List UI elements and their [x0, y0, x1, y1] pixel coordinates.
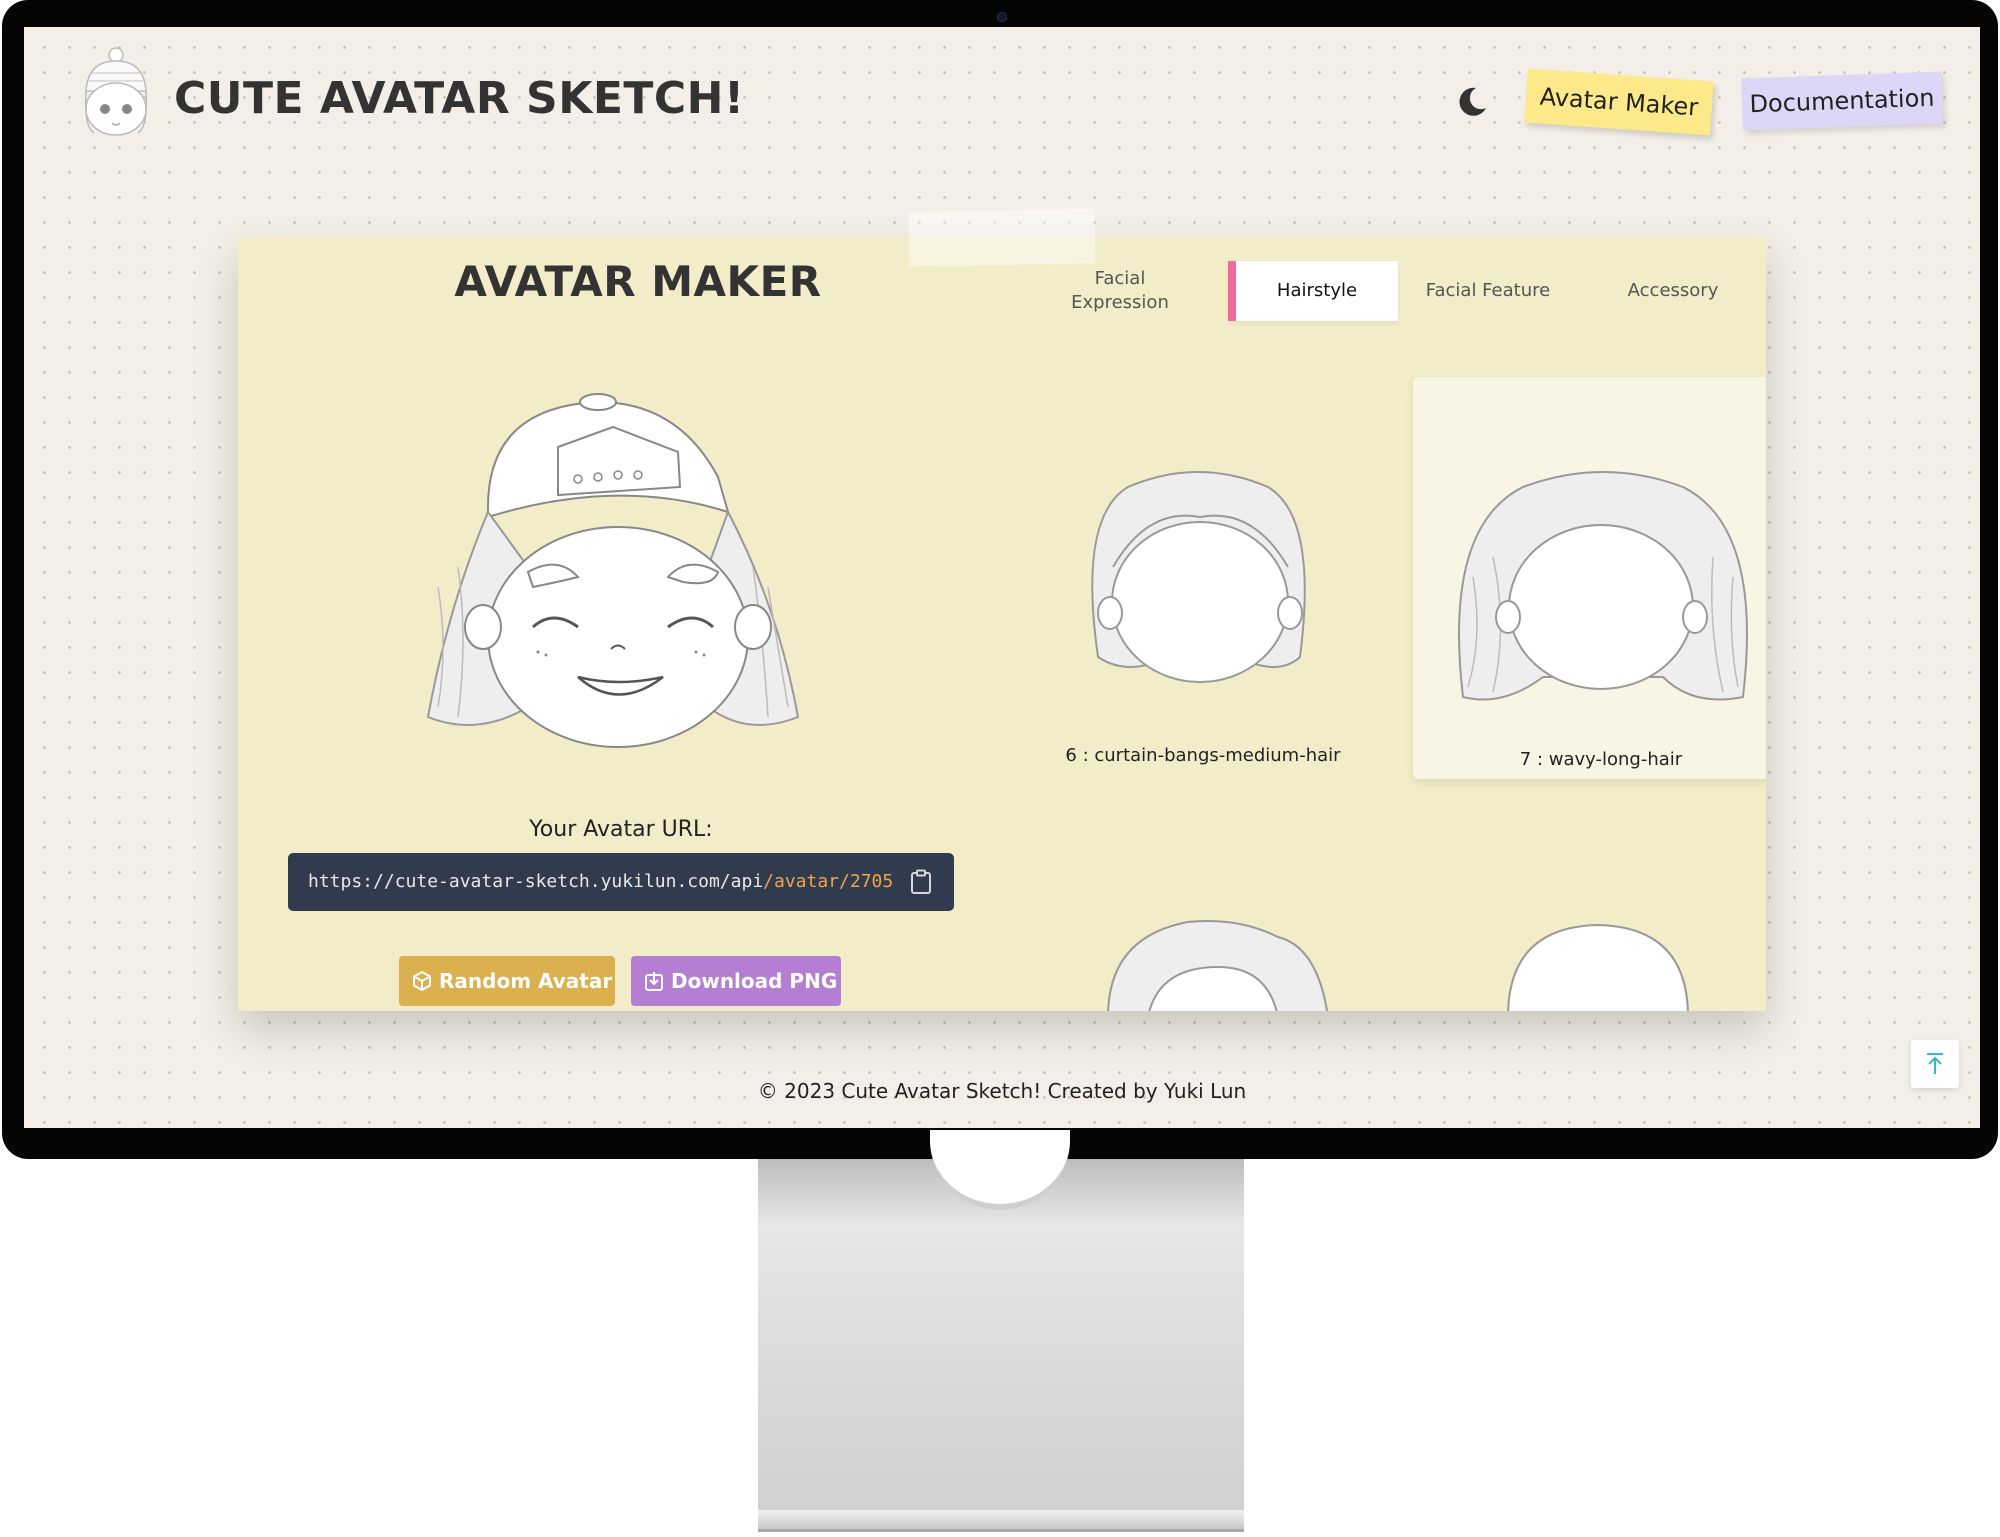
- avatar-url-label: Your Avatar URL:: [529, 817, 713, 842]
- hairstyle-option[interactable]: 6 : curtain-bangs-medium-hair: [1038, 377, 1368, 777]
- monitor-stand-foot: [758, 1510, 1244, 1532]
- random-avatar-button[interactable]: Random Avatar: [399, 956, 615, 1006]
- download-png-label: Download PNG: [671, 969, 838, 993]
- avatar-maker-card: AVATAR MAKER Your Avatar URL: https://cu…: [238, 237, 1766, 1011]
- hairstyle-label: 7 : wavy-long-hair: [1519, 749, 1683, 770]
- tab-facial-expression[interactable]: Facial Expression: [1050, 261, 1190, 321]
- hairstyle-ponytail-image[interactable]: [1088, 897, 1348, 1011]
- hairstyle-bald-image[interactable]: [1488, 897, 1708, 1011]
- random-avatar-label: Random Avatar: [439, 969, 613, 993]
- camera-dot: [997, 12, 1007, 22]
- card-title: AVATAR MAKER: [454, 257, 822, 306]
- avatar-preview-image: [426, 393, 800, 748]
- avatar-url-base: https://cute-avatar-sketch.yukilun.com/a…: [308, 871, 764, 892]
- hairstyle-option-selected[interactable]: 7 : wavy-long-hair: [1413, 377, 1766, 779]
- avatar-url-path: /avatar/2705: [763, 871, 894, 892]
- tab-accessory[interactable]: Accessory: [1608, 261, 1738, 321]
- site-title[interactable]: CUTE AVATAR SKETCH!: [174, 73, 745, 124]
- moon-icon[interactable]: [1454, 84, 1490, 120]
- footer-copyright: © 2023 Cute Avatar Sketch! Created by Yu…: [757, 1079, 1247, 1103]
- decorative-tape: [908, 208, 1096, 267]
- arrow-up-icon: [1927, 1053, 1943, 1074]
- hairstyle-curtain-bangs-image: [1091, 471, 1306, 683]
- avatar-url-text[interactable]: https://cute-avatar-sketch.yukilun.com/a…: [308, 871, 893, 892]
- scroll-to-top-button[interactable]: [1911, 1040, 1959, 1088]
- hairstyle-wavy-long-image: [1458, 471, 1748, 701]
- nav-documentation[interactable]: Documentation: [1741, 71, 1943, 131]
- logo-icon[interactable]: [76, 47, 156, 139]
- monitor-stand: [758, 1159, 1244, 1531]
- monitor-bezel: CUTE AVATAR SKETCH! Avatar Maker Documen…: [2, 0, 1998, 1159]
- nav-avatar-maker[interactable]: Avatar Maker: [1524, 68, 1714, 136]
- dice-icon: [413, 970, 431, 992]
- clipboard-icon[interactable]: [908, 869, 934, 895]
- tab-facial-feature[interactable]: Facial Feature: [1418, 261, 1558, 321]
- download-png-button[interactable]: Download PNG: [631, 956, 841, 1006]
- avatar-url-box[interactable]: https://cute-avatar-sketch.yukilun.com/a…: [288, 853, 954, 911]
- browser-screen: CUTE AVATAR SKETCH! Avatar Maker Documen…: [24, 27, 1980, 1128]
- download-icon: [645, 972, 663, 991]
- hairstyle-label: 6 : curtain-bangs-medium-hair: [1065, 745, 1341, 766]
- tab-hairstyle[interactable]: Hairstyle: [1228, 261, 1398, 321]
